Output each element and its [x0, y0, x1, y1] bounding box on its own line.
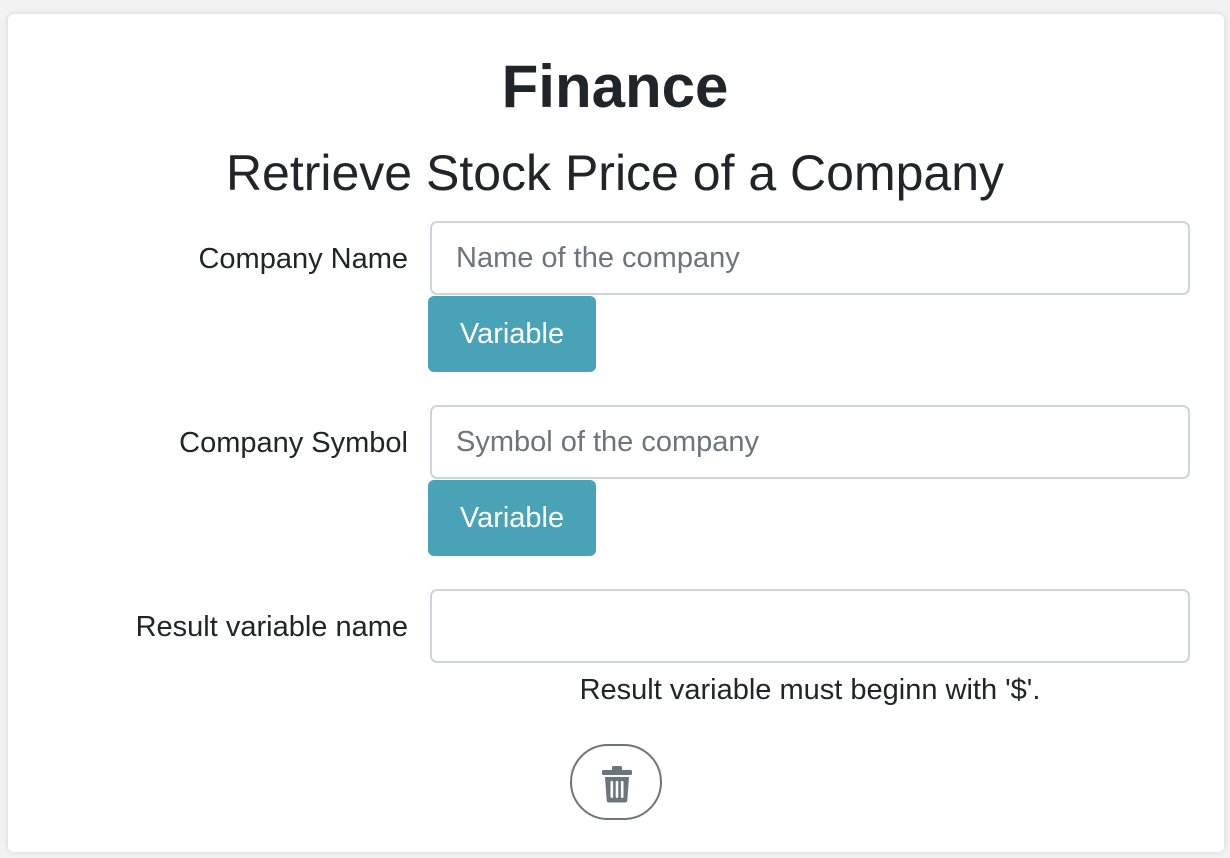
- result-variable-hint: Result variable must beginn with '$'.: [579, 674, 1041, 706]
- company-name-input[interactable]: [430, 221, 1190, 295]
- company-symbol-variable-button[interactable]: Variable: [428, 480, 596, 556]
- result-variable-input[interactable]: [430, 589, 1190, 663]
- company-symbol-label: Company Symbol: [179, 427, 408, 459]
- company-name-variable-button[interactable]: Variable: [428, 296, 596, 372]
- company-symbol-input[interactable]: [430, 405, 1190, 479]
- page-subtitle: Retrieve Stock Price of a Company: [225, 145, 1005, 201]
- delete-button[interactable]: [570, 744, 662, 820]
- result-variable-label: Result variable name: [135, 611, 408, 643]
- page-title: Finance: [501, 53, 729, 120]
- company-name-label: Company Name: [198, 243, 408, 275]
- trash-icon: [602, 766, 632, 803]
